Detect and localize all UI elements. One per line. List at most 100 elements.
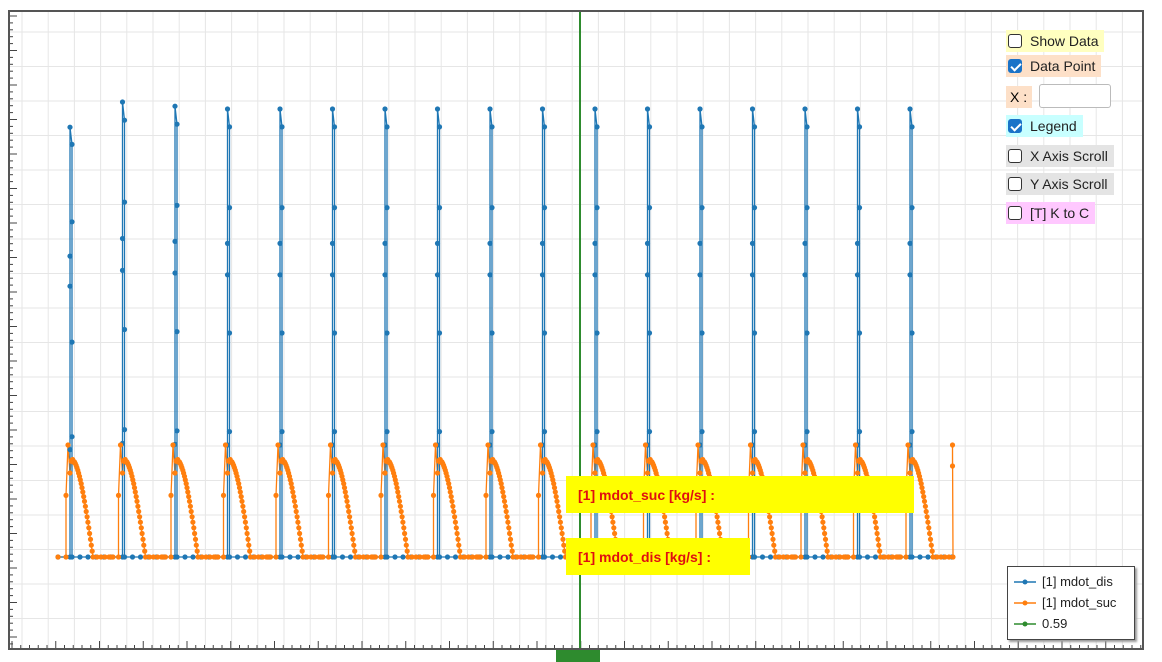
mdot-dis-point [279, 205, 285, 211]
mdot-suc-point [220, 492, 227, 498]
mdot-suc-point [854, 470, 861, 476]
mdot-suc-point [378, 492, 384, 498]
mdot-dis-point [331, 205, 338, 211]
mdot-suc-point [107, 554, 114, 560]
mdot-suc-point [191, 525, 197, 531]
mdot-suc-point [508, 542, 514, 548]
mdot-suc-point [172, 470, 178, 476]
mdot-dis-point [505, 554, 511, 560]
mdot-dis-point [226, 554, 233, 560]
mdot-dis-point [907, 106, 913, 112]
mdot-suc-point [396, 494, 402, 500]
mdot-dis-point [224, 240, 231, 246]
mdot-suc-point [403, 542, 409, 548]
mdot-dis-point [121, 427, 128, 433]
x-axis-scroll-checkbox[interactable]: X Axis Scroll [1006, 145, 1114, 167]
x-value-input[interactable] [1039, 84, 1111, 108]
x-value-label: X : [1006, 86, 1032, 108]
mdot-suc-point [273, 554, 279, 560]
mdot-suc-point [194, 548, 200, 554]
mdot-dis-point [384, 124, 390, 130]
mdot-suc-point [291, 498, 298, 504]
mdot-suc-point [395, 489, 401, 495]
mdot-dis-point [699, 124, 705, 130]
mdot-dis-point [549, 554, 556, 560]
y-axis-scroll-checkbox[interactable]: Y Axis Scroll [1006, 173, 1114, 195]
k-to-c-checkbox[interactable]: [T] K to C [1006, 202, 1096, 224]
mdot-dis-point [119, 267, 126, 273]
x-axis-scroll-label: X Axis Scroll [1030, 148, 1108, 164]
mdot-dis-point [434, 240, 441, 246]
mdot-suc-point [401, 525, 407, 531]
mdot-suc-point [341, 485, 348, 491]
mdot-dis-point [329, 272, 336, 278]
mdot-suc-point [950, 554, 956, 560]
mdot-suc-point [769, 530, 775, 537]
mdot-dis-point [174, 121, 180, 127]
mdot-suc-point [242, 514, 248, 520]
mdot-suc-point [244, 530, 250, 537]
mdot-suc-point [131, 485, 138, 491]
mdot-dis-point [67, 253, 73, 259]
mdot-suc-point [168, 554, 174, 560]
mdot-dis-point [541, 205, 548, 211]
mdot-dis-point [802, 240, 808, 246]
mdot-dis-point [436, 330, 443, 336]
mdot-dis-point [872, 554, 879, 560]
mdot-dis-point [541, 330, 548, 336]
mdot-suc-point [212, 554, 219, 560]
mdot-dis-point [487, 106, 493, 112]
mdot-suc-point [824, 548, 830, 554]
mdot-suc-point [715, 519, 721, 525]
mdot-dis-point [434, 272, 441, 278]
mdot-suc-point [453, 525, 459, 531]
mdot-suc-point [662, 519, 669, 525]
mdot-suc-point [345, 503, 351, 509]
mdot-dis-point [592, 106, 598, 112]
mdot-suc-point [380, 442, 386, 448]
data-point-checkbox[interactable]: Data Point [1006, 55, 1102, 77]
mdot-dis-point [802, 106, 808, 112]
mdot-dis-point [751, 429, 758, 435]
mdot-suc-point [399, 514, 405, 520]
mdot-suc-point [343, 494, 349, 500]
mdot-suc-point [348, 525, 354, 531]
show-data-check-icon [1008, 34, 1022, 48]
mdot-suc-point [398, 508, 404, 515]
legend-checkbox[interactable]: Legend [1006, 115, 1083, 137]
show-data-checkbox[interactable]: Show Data [1006, 30, 1105, 52]
mdot-suc-point [612, 530, 618, 537]
mdot-suc-point [819, 514, 825, 520]
legend-label: 0.59 [1042, 616, 1068, 631]
mdot-suc-point [907, 470, 913, 476]
mdot-suc-point [134, 498, 140, 504]
cursor-value-tag[interactable] [556, 650, 600, 662]
mdot-dis-point [909, 554, 915, 560]
mdot-dis-point [539, 272, 546, 278]
mdot-suc-point [293, 508, 299, 515]
legend-swatch [1014, 600, 1036, 605]
mdot-suc-point [457, 548, 463, 554]
mdot-suc-point [505, 519, 511, 525]
mdot-dis-point [539, 240, 546, 246]
data-point-check-icon [1008, 59, 1022, 73]
mdot-dis-point [384, 554, 390, 560]
mdot-dis-point [856, 554, 863, 560]
mdot-dis-point [279, 330, 285, 336]
mdot-suc-point [552, 489, 558, 495]
mdot-suc-point [277, 470, 283, 476]
mdot-suc-point [189, 514, 195, 520]
legend-item: [1] mdot_dis [1014, 571, 1128, 592]
mdot-suc-point [79, 485, 85, 491]
mdot-dis-point [331, 330, 338, 336]
legend-label: Legend [1030, 118, 1077, 134]
mdot-suc-point [503, 508, 509, 515]
mdot-suc-point [928, 542, 934, 548]
mdot-suc-point [920, 489, 926, 495]
mdot-suc-point [610, 519, 616, 525]
mdot-dis-point [382, 240, 388, 246]
mdot-suc-point [327, 442, 334, 448]
mdot-dis-point [594, 205, 600, 211]
mdot-suc-point [506, 525, 512, 531]
mdot-suc-point [483, 492, 489, 498]
